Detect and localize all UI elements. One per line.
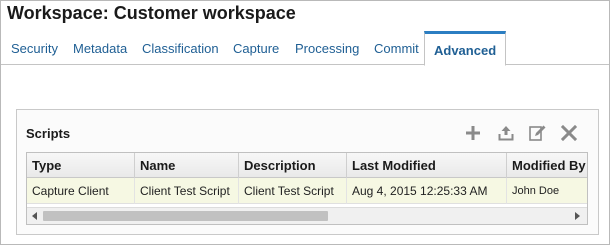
table-header: Type Name Description Last Modified Modi… — [27, 153, 587, 178]
delete-icon[interactable] — [558, 122, 580, 144]
scroll-left-icon[interactable] — [27, 208, 43, 224]
scripts-table: Type Name Description Last Modified Modi… — [26, 152, 588, 225]
edit-icon[interactable] — [527, 122, 549, 144]
column-header-description[interactable]: Description — [239, 153, 347, 178]
tab-commit[interactable]: Commit — [374, 33, 419, 64]
horizontal-scrollbar[interactable] — [27, 207, 587, 224]
cell-modified-by: John Doe — [507, 178, 587, 204]
scroll-right-icon[interactable] — [569, 208, 585, 224]
add-icon[interactable] — [462, 122, 484, 144]
page-title: Workspace: Customer workspace — [7, 3, 296, 23]
upload-icon[interactable] — [495, 122, 517, 144]
workspace-frame: Workspace: Customer workspace Security M… — [0, 0, 610, 245]
tab-capture[interactable]: Capture — [233, 33, 279, 64]
scrollbar-thumb[interactable] — [43, 211, 328, 221]
scripts-panel-title: Scripts — [26, 126, 71, 141]
cell-description: Client Test Script — [239, 178, 347, 204]
column-header-name[interactable]: Name — [135, 153, 239, 178]
tab-advanced[interactable]: Advanced — [424, 31, 507, 66]
tab-classification[interactable]: Classification — [142, 33, 219, 64]
column-header-last-modified[interactable]: Last Modified — [347, 153, 507, 178]
tab-security[interactable]: Security — [11, 33, 58, 64]
table-row[interactable]: Capture Client Client Test Script Client… — [27, 178, 587, 204]
column-header-type[interactable]: Type — [27, 153, 135, 178]
column-header-modified-by[interactable]: Modified By — [507, 153, 587, 178]
cell-type: Capture Client — [27, 178, 135, 204]
tab-metadata[interactable]: Metadata — [73, 33, 127, 64]
cell-last-modified: Aug 4, 2015 12:25:33 AM — [347, 178, 507, 204]
tab-bar: Security Metadata Classification Capture… — [1, 31, 609, 66]
cell-name: Client Test Script — [135, 178, 239, 204]
tab-processing[interactable]: Processing — [295, 33, 359, 64]
scripts-panel: Scripts Type Name Description Last Modif… — [16, 109, 599, 235]
